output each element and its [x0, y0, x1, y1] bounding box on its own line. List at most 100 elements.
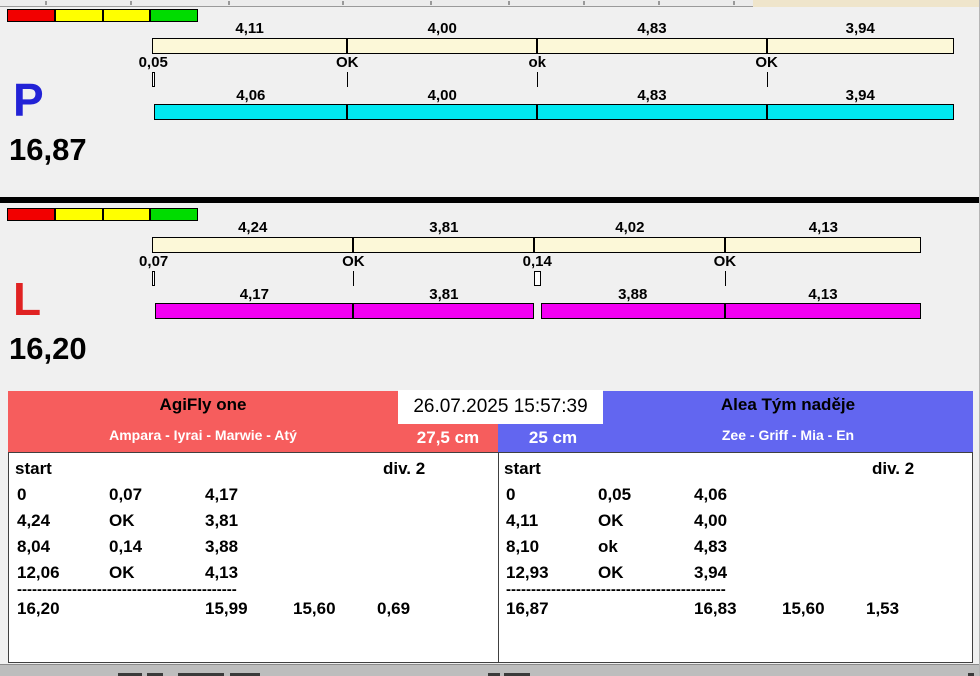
changeover-tick	[353, 271, 355, 286]
split-time-label: 4,02	[615, 219, 645, 236]
start-fault-marker	[152, 72, 155, 87]
split-time-label: 3,88	[618, 286, 648, 303]
ideal-bar-segment	[353, 237, 535, 253]
total-cell: 1,53	[866, 599, 900, 618]
team-result-table: start div. 2 0 0,07 4,17 4,24 OK 3,81 8,04 0,14 3,…	[11, 455, 496, 660]
split-time-label: 3,94	[845, 20, 875, 37]
split-bars: 4,11 4,00 4,83 3,94 0,05 OK ok OK 4,06 4,00 4,83 3,…	[5, 7, 975, 197]
table-divider	[498, 453, 499, 662]
split-time-label: 4,83	[637, 87, 667, 104]
split-time-label: 4,06	[236, 87, 266, 104]
split-time-label: 4,13	[808, 219, 839, 236]
split-time-label: 4,11	[235, 20, 264, 37]
changeover-tick	[347, 72, 349, 87]
column-header-division: div. 2	[383, 459, 426, 478]
changeover-marker-label: OK	[342, 253, 365, 270]
actual-bar-segment	[537, 104, 767, 120]
result-cell: 4,00	[694, 511, 728, 530]
total-cell: 15,60	[293, 599, 336, 618]
tick-mark	[733, 1, 735, 5]
total-cell: 16,87	[506, 599, 549, 618]
actual-bar-segment	[155, 303, 354, 319]
team-members: Zee - Griff - Mia - En	[721, 427, 855, 443]
changeover-marker-label: 0,05	[138, 54, 168, 71]
result-cell: 8,10	[506, 537, 540, 556]
changeover-tick	[537, 72, 539, 87]
actual-bar-segment	[347, 104, 538, 120]
total-cell: 0,69	[377, 599, 411, 618]
lane-panel-p: P 16,87 4,11 4,00 4,83 3,94 0,05 OK ok OK 4,06 4,…	[5, 7, 975, 197]
team-members: Ampara - Iyrai - Marwie - Atý	[109, 427, 297, 443]
total-cell: 15,99	[205, 599, 248, 618]
split-time-label: 3,94	[845, 87, 875, 104]
start-fault-marker	[152, 271, 155, 286]
split-time-label: 4,17	[239, 286, 269, 303]
split-time-label: 4,83	[637, 20, 667, 37]
result-cell: 0,14	[109, 537, 143, 556]
result-cell: OK	[598, 511, 624, 530]
start-fault-marker	[533, 271, 541, 286]
lane-panel-l: L 16,20 4,24 3,81 4,02 4,13 0,07 OK 0,14 OK 4,17…	[5, 206, 975, 389]
changeover-marker-label: OK	[335, 54, 359, 71]
tick-mark	[130, 1, 132, 5]
totals-separator: ----------------------------------------…	[17, 581, 237, 598]
tick-mark	[45, 1, 47, 5]
team-name: AgiFly one	[159, 395, 247, 414]
column-header-division: div. 2	[872, 459, 915, 478]
result-cell: 4,06	[694, 485, 728, 504]
result-cell: OK	[109, 511, 135, 530]
totals-separator: ----------------------------------------…	[506, 581, 726, 598]
result-cell: 0	[17, 485, 27, 504]
ideal-bar-segment	[347, 38, 538, 54]
datetime-display: 26.07.2025 15:57:39	[398, 390, 603, 424]
window-top-edge-highlight	[753, 0, 979, 7]
changeover-tick	[724, 271, 726, 286]
team-result-table: start div. 2 0 0,05 4,06 4,11 OK 4,00 8,10 ok 4,83…	[500, 455, 970, 660]
split-time-label: 4,00	[427, 87, 457, 104]
results-table-area: start div. 2 0 0,07 4,17 4,24 OK 3,81 8,04 0,14 3,…	[8, 452, 973, 663]
result-cell: 4,17	[205, 485, 239, 504]
actual-bar-segment	[540, 303, 725, 319]
split-time-label: 4,13	[808, 286, 838, 303]
total-cell: 16,83	[694, 599, 737, 618]
ideal-bar-segment	[537, 38, 767, 54]
column-header-start: start	[504, 459, 541, 478]
split-time-label: 4,24	[238, 219, 268, 236]
lane-separator	[0, 197, 979, 203]
actual-bar-segment	[154, 104, 348, 120]
jump-height-left: 27,5 cm	[398, 425, 498, 452]
tick-mark	[342, 1, 344, 5]
result-cell: 8,04	[17, 537, 51, 556]
changeover-tick	[766, 72, 768, 87]
changeover-marker-label: OK	[713, 253, 737, 270]
result-cell: 3,81	[205, 511, 239, 530]
changeover-marker-label: ok	[528, 54, 546, 71]
result-cell: 4,11	[506, 511, 539, 530]
result-cell: ok	[598, 537, 618, 556]
ideal-bar-segment	[152, 38, 348, 54]
changeover-marker-label: OK	[755, 54, 778, 71]
actual-bar-segment	[353, 303, 535, 319]
tick-mark	[508, 1, 510, 5]
jump-height-right: 25 cm	[503, 425, 603, 452]
changeover-marker-label: 0,14	[522, 253, 552, 270]
changeover-marker-label: 0,07	[139, 253, 169, 270]
ideal-bar-segment	[725, 237, 922, 253]
window-bottom-edge	[0, 664, 979, 676]
tick-mark	[658, 1, 660, 5]
window-top-edge	[0, 0, 979, 7]
result-cell: 3,88	[205, 537, 239, 556]
actual-bar-segment	[766, 104, 954, 120]
split-time-label: 3,81	[429, 219, 459, 236]
result-cell: 4,83	[694, 537, 728, 556]
ideal-bar-segment	[534, 237, 726, 253]
split-time-label: 3,81	[429, 286, 459, 303]
result-cell: 0,07	[109, 485, 143, 504]
result-cell: 0	[506, 485, 516, 504]
ideal-bar-segment	[152, 237, 354, 253]
actual-bar-segment	[724, 303, 922, 319]
total-cell: 15,60	[782, 599, 825, 618]
column-header-start: start	[15, 459, 52, 478]
ideal-bar-segment	[766, 38, 954, 54]
tick-mark	[430, 1, 432, 5]
